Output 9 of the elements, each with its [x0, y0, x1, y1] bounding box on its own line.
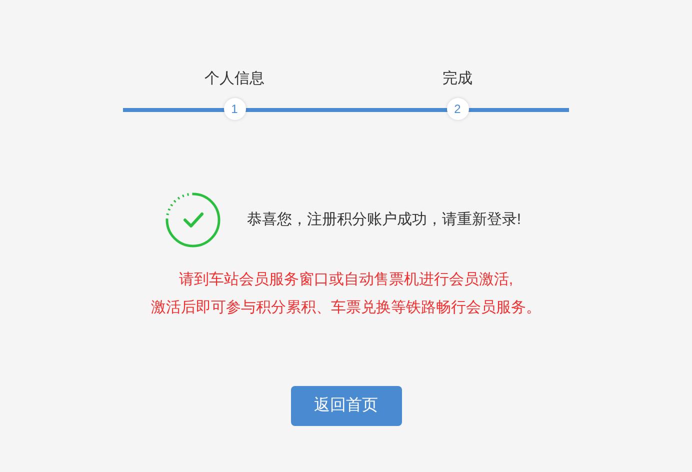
check-circle-icon [164, 192, 221, 248]
success-message: 恭喜您，注册积分账户成功，请重新登录! [246, 210, 522, 230]
step-label: 个人信息 [204, 69, 264, 89]
home-button[interactable]: 返回首页 [290, 386, 402, 426]
notice-text: 激活后即可参与积分累积、车票兑换等铁路畅行会员服务。 [151, 298, 541, 318]
step-label: 完成 [442, 69, 472, 89]
step-number: 1 [224, 98, 246, 120]
step-number: 2 [446, 98, 468, 120]
notice-text: 请到车站会员服务窗口或自动售票机进行会员激活, [178, 270, 514, 290]
